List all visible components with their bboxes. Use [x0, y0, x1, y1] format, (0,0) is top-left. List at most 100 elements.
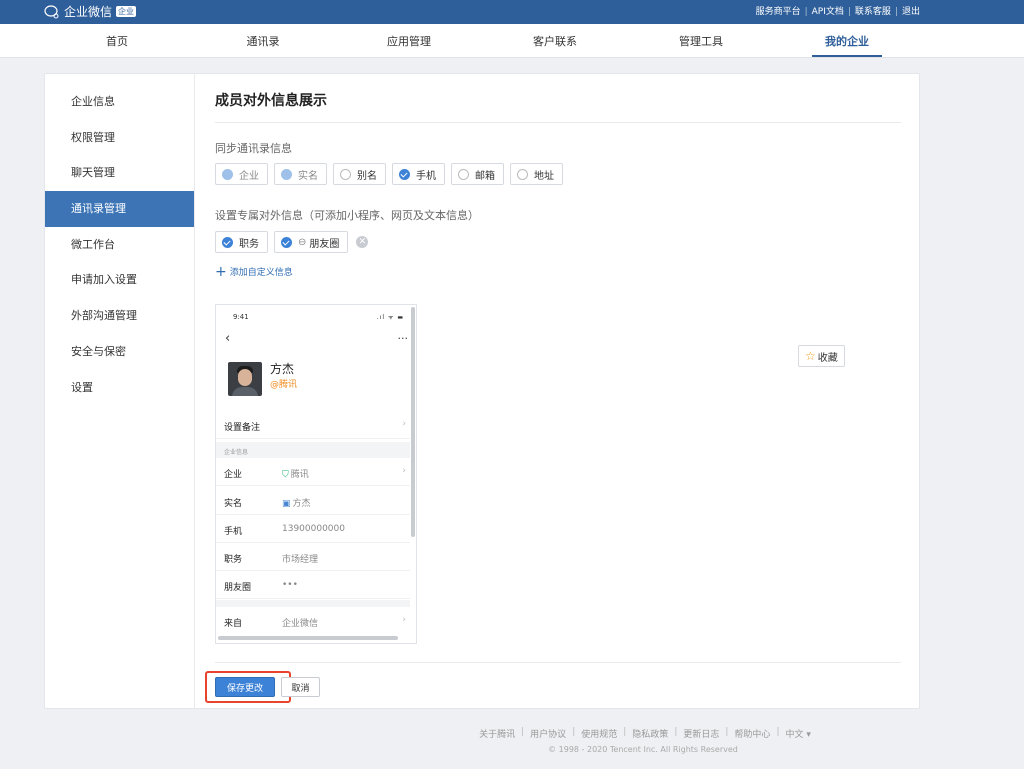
custom-field-group: 职务 ⊖ 朋友圈 ✕	[215, 231, 369, 253]
add-custom-info-link[interactable]: + 添加自定义信息	[215, 263, 293, 280]
phone-row-mobile: 手机 13900000000	[216, 515, 410, 543]
nav-active-indicator	[812, 55, 882, 57]
check-icon	[281, 236, 292, 248]
sidebar-item-permissions[interactable]: 权限管理	[45, 120, 194, 156]
unchecked-circle-icon	[458, 168, 469, 180]
chevron-right-icon: ›	[402, 419, 406, 429]
row-key: 朋友圈	[224, 583, 252, 593]
phone-row-title: 职务 市场经理	[216, 543, 410, 571]
phone-row-note: 设置备注 ›	[216, 411, 410, 439]
nav-my-enterprise[interactable]: 我的企业	[807, 33, 887, 49]
title-divider	[215, 122, 901, 123]
shield-check-icon: ⛉	[282, 470, 289, 480]
row-value: 13900000000	[282, 524, 345, 534]
check-icon	[222, 168, 233, 180]
sync-field-address[interactable]: 地址	[510, 163, 563, 185]
sidebar-item-external-communication[interactable]: 外部沟通管理	[45, 298, 194, 334]
row-key: 来自	[224, 619, 243, 629]
nav-customer-contact[interactable]: 客户联系	[515, 33, 595, 49]
nav-management-tools[interactable]: 管理工具	[661, 33, 741, 49]
sidebar-item-settings[interactable]: 设置	[45, 370, 194, 406]
row-key: 手机	[224, 527, 243, 537]
provider-platform-link[interactable]: 服务商平台	[756, 6, 801, 18]
sidebar-item-security[interactable]: 安全与保密	[45, 334, 194, 370]
divider: |	[804, 7, 808, 17]
footer-link-help[interactable]: 帮助中心	[734, 727, 770, 740]
nav-home[interactable]: 首页	[77, 33, 157, 49]
sync-field-group: 企业 实名 别名 手机 邮箱 地址	[215, 163, 563, 185]
language-selector[interactable]: 中文 ▾	[785, 727, 810, 740]
horizontal-scrollbar[interactable]	[218, 636, 398, 640]
vertical-scrollbar[interactable]	[411, 307, 415, 537]
app-name: 企业微信	[64, 5, 113, 19]
chip-label: 邮箱	[475, 170, 495, 182]
top-bar: 企业微信 企业 服务商平台 | API文档 | 联系客服 | 退出	[0, 0, 1024, 24]
page-title: 成员对外信息展示	[215, 93, 327, 109]
actions-divider	[215, 662, 901, 663]
link-icon: ⊖	[298, 236, 307, 248]
unchecked-circle-icon	[517, 168, 528, 180]
phone-row-source: 来自 企业微信 ›	[216, 607, 410, 635]
sidebar-item-join-settings[interactable]: 申请加入设置	[45, 262, 194, 298]
unchecked-circle-icon	[340, 168, 351, 180]
row-value: ⛉ 腾讯	[282, 470, 309, 480]
check-icon	[222, 236, 233, 248]
divider: |	[894, 7, 898, 17]
wecom-logo-icon	[44, 4, 59, 18]
nav-app-management[interactable]: 应用管理	[369, 33, 449, 49]
app-logo[interactable]: 企业微信 企业	[44, 3, 137, 20]
footer-link-changelog[interactable]: 更新日志	[683, 727, 719, 740]
favorite-button[interactable]: ☆ 收藏	[798, 345, 845, 367]
phone-row-moments: 朋友圈 •••	[216, 571, 410, 599]
chip-label: 职务	[239, 238, 259, 250]
add-link-label: 添加自定义信息	[229, 268, 293, 278]
row-key: 实名	[224, 499, 243, 509]
api-docs-link[interactable]: API文档	[812, 6, 844, 18]
nav-contacts[interactable]: 通讯录	[223, 33, 303, 49]
chip-label: 手机	[416, 170, 436, 182]
custom-section-label: 设置专属对外信息（可添加小程序、网页及文本信息）	[215, 209, 479, 222]
id-card-icon: ▣	[282, 499, 291, 509]
sidebar-item-workbench[interactable]: 微工作台	[45, 227, 194, 263]
custom-field-moments[interactable]: ⊖ 朋友圈	[274, 231, 349, 253]
sync-field-enterprise: 企业	[215, 163, 268, 185]
sync-field-real-name: 实名	[274, 163, 327, 185]
footer-link-privacy[interactable]: 隐私政策	[632, 727, 668, 740]
chip-label: 朋友圈	[309, 238, 340, 250]
logout-link[interactable]: 退出	[902, 6, 920, 18]
top-links: 服务商平台 | API文档 | 联系客服 | 退出	[756, 6, 920, 18]
back-arrow-icon: ‹	[225, 331, 231, 346]
save-button[interactable]: 保存更改	[215, 677, 275, 697]
content-card: 企业信息 权限管理 聊天管理 通讯录管理 微工作台 申请加入设置 外部沟通管理 …	[44, 73, 920, 709]
row-key: 设置备注	[224, 423, 261, 433]
footer-link-usage-rules[interactable]: 使用规范	[581, 727, 617, 740]
custom-field-title[interactable]: 职务	[215, 231, 268, 253]
copyright: © 1998 - 2020 Tencent Inc. All Rights Re…	[548, 745, 738, 754]
sync-field-mobile[interactable]: 手机	[392, 163, 445, 185]
phone-status-bar: 9:41 .ıl ᯤ ▬	[216, 305, 410, 327]
plus-icon: +	[215, 263, 227, 280]
sync-field-email[interactable]: 邮箱	[451, 163, 504, 185]
footer-link-user-agreement[interactable]: 用户协议	[530, 727, 566, 740]
sync-field-alias[interactable]: 别名	[333, 163, 386, 185]
chevron-right-icon: ›	[402, 615, 406, 625]
sidebar-item-chat-management[interactable]: 聊天管理	[45, 155, 194, 191]
row-value: 市场经理	[282, 555, 319, 565]
contact-support-link[interactable]: 联系客服	[855, 6, 891, 18]
phone-time: 9:41	[233, 313, 249, 321]
footer-link-about[interactable]: 关于腾讯	[479, 727, 515, 740]
phone-section-header: 企业信息	[216, 442, 410, 458]
sidebar-item-enterprise-info[interactable]: 企业信息	[45, 84, 194, 120]
row-key: 企业	[224, 470, 243, 480]
phone-preview[interactable]: 9:41 .ıl ᯤ ▬ ‹ ··· 方杰 @腾讯 设置备注 › 企业信息 企业…	[215, 304, 417, 644]
footer: 关于腾讯 | 用户协议 | 使用规范 | 隐私政策 | 更新日志 | 帮助中心 | 中文 ▾	[479, 727, 811, 740]
chevron-right-icon: ›	[402, 466, 406, 476]
remove-icon[interactable]: ✕	[356, 236, 369, 248]
cancel-button[interactable]: 取消	[281, 677, 320, 697]
chip-label: 别名	[357, 170, 377, 182]
check-icon	[399, 168, 410, 180]
sidebar: 企业信息 权限管理 聊天管理 通讯录管理 微工作台 申请加入设置 外部沟通管理 …	[45, 74, 195, 708]
check-icon	[281, 168, 292, 180]
sidebar-item-contacts-management[interactable]: 通讯录管理	[45, 191, 194, 227]
phone-row-enterprise: 企业 ⛉ 腾讯 ›	[216, 458, 410, 486]
